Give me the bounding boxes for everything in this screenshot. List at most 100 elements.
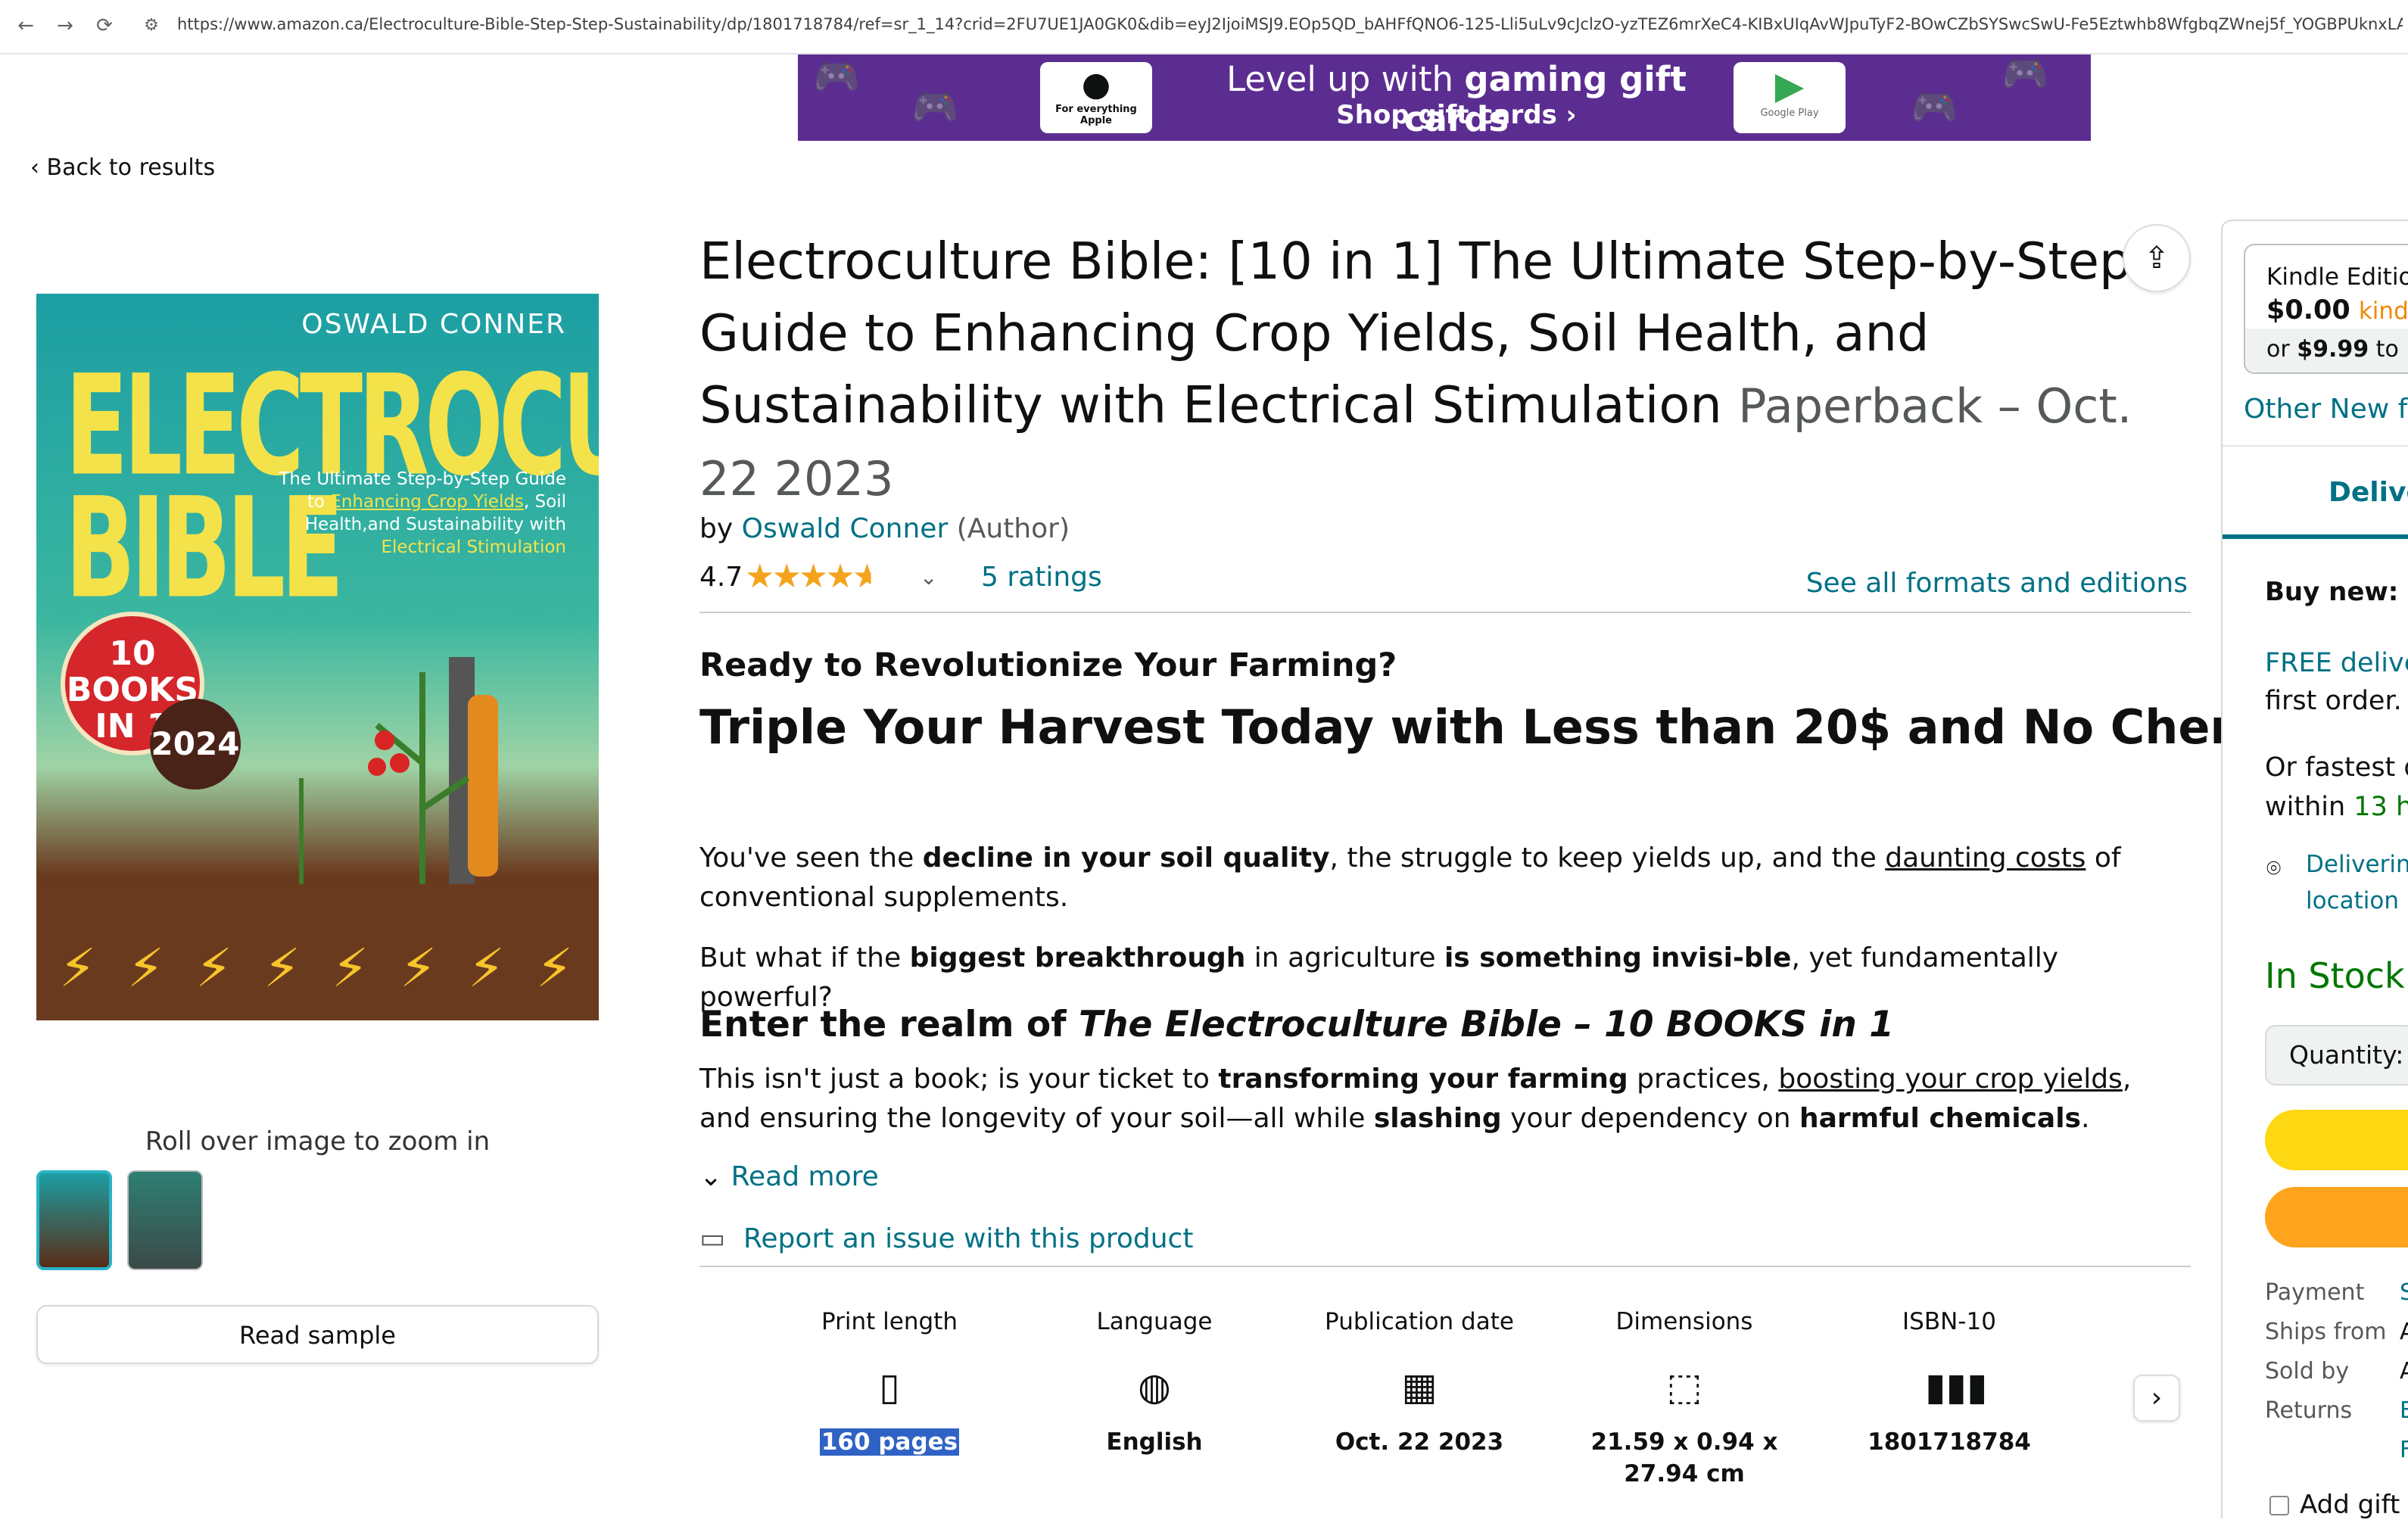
first-order-text: first order. I <box>2265 686 2408 716</box>
lightning-icon: ⚡ <box>263 937 301 999</box>
back-arrow-icon[interactable]: ← <box>11 11 41 41</box>
site-settings-icon[interactable]: ⚙ <box>136 11 167 41</box>
add-to-cart-button[interactable] <box>2265 1110 2408 1170</box>
carousel-next-button[interactable]: › <box>2133 1375 2180 1422</box>
zoom-hint: Roll over image to zoom in <box>145 1126 491 1157</box>
chevron-right-icon: › <box>2151 1382 2163 1413</box>
delivering-link[interactable]: Delivering <box>2306 851 2408 878</box>
quantity-select[interactable]: Quantity: <box>2265 1025 2408 1085</box>
rating-value: 4.7 <box>699 562 743 593</box>
attribute-print-length: Print length ▯ 160 pages <box>819 1308 960 1456</box>
kindle-alt-price: or $9.99 to b <box>2266 336 2408 363</box>
see-formats-link[interactable]: See all formats and editions <box>1794 568 2188 599</box>
book-cover-image[interactable]: OSWALD CONNER ELECTROCULTURE BIBLE The U… <box>36 294 599 1020</box>
returns-label: Returns <box>2265 1397 2353 1424</box>
attribute-value: English <box>1106 1428 1203 1456</box>
report-issue-link[interactable]: ▭ Report an issue with this product <box>699 1223 1193 1254</box>
book-page-icon: ▯ <box>879 1365 900 1409</box>
description-paragraph-3: This isn't just a book; is your ticket t… <box>699 1064 2132 1134</box>
byline: by Oswald Conner (Author) <box>699 513 1070 544</box>
add-gift-label: Add gift <box>2300 1490 2400 1520</box>
free-delivery-link[interactable]: FREE delive <box>2265 648 2408 678</box>
forward-arrow-icon[interactable]: → <box>50 11 80 41</box>
in-stock-status: In Stock <box>2265 955 2405 996</box>
ratings-count-link[interactable]: 5 ratings <box>981 562 1102 593</box>
cover-author: OSWALD CONNER <box>301 309 566 340</box>
cover-year-badge: 2024 <box>150 699 241 790</box>
location-pin-icon: ⌾ <box>2266 854 2282 883</box>
gamepad-icon: 🎮 <box>813 55 861 98</box>
lightning-icon: ⚡ <box>468 937 506 999</box>
sold-by-label: Sold by <box>2265 1358 2350 1385</box>
product-title: Electroculture Bible: [10 in 1] The Ulti… <box>699 226 2183 515</box>
back-to-results-label: Back to results <box>46 154 216 181</box>
divider <box>699 1266 2191 1267</box>
chevron-left-icon: ‹ <box>30 154 47 181</box>
payment-label: Payment <box>2265 1279 2365 1306</box>
tab-delivery[interactable]: Delive <box>2329 477 2408 508</box>
attribute-dimensions: Dimensions ⬚ 21.59 x 0.94 x 27.94 cm <box>1590 1308 1779 1490</box>
author-link[interactable]: Oswald Conner <box>742 513 949 544</box>
thumbnail-front-cover[interactable] <box>36 1170 112 1270</box>
barcode-icon: ▮▮▮ <box>1925 1365 1988 1409</box>
kindle-price-row: $0.00 kindle <box>2266 295 2408 325</box>
apple-logo-icon: ● <box>1081 65 1111 104</box>
star-rating-icon[interactable]: ★★★★★ <box>745 557 882 596</box>
gift-card-banner[interactable]: 🎮 🎮 🎮 🎮 ● For everything Apple ▶ Google … <box>798 55 2091 141</box>
calendar-icon: ▦ <box>1401 1365 1438 1409</box>
google-play-icon: ▶ <box>1774 64 1805 107</box>
fastest-delivery-text: Or fastest d <box>2265 752 2408 783</box>
banner-cta[interactable]: Shop gift cards › <box>1192 100 1721 130</box>
banner-title-prefix: Level up with <box>1226 59 1465 99</box>
gamepad-icon: 🎮 <box>2001 55 2049 95</box>
cover-soil <box>36 884 599 1020</box>
share-button[interactable]: ⇪ <box>2123 224 2191 292</box>
kindle-label: Kindle Editio <box>2266 263 2408 291</box>
location-link[interactable]: location <box>2306 887 2399 914</box>
add-gift-checkbox[interactable] <box>2269 1496 2289 1515</box>
returns-extra[interactable]: F <box>2400 1437 2408 1463</box>
description-heading-ready: Ready to Revolutionize Your Farming? <box>699 646 1397 684</box>
globe-icon: ◍ <box>1138 1365 1171 1409</box>
returns-value[interactable]: E <box>2400 1397 2408 1424</box>
lightning-icon: ⚡ <box>536 937 574 999</box>
ships-from-label: Ships from <box>2265 1319 2387 1345</box>
lightning-icon: ⚡ <box>400 937 438 999</box>
attribute-value: 21.59 x 0.94 x 27.94 cm <box>1590 1428 1778 1487</box>
chevron-down-icon: ⌄ <box>699 1161 723 1192</box>
apple-card-caption: For everything Apple <box>1055 104 1137 126</box>
attribute-value: 1801718784 <box>1868 1428 2031 1456</box>
report-icon: ▭ <box>699 1223 726 1254</box>
attribute-value: 160 pages <box>819 1428 960 1456</box>
address-bar[interactable]: https://www.amazon.ca/Electroculture-Bib… <box>177 15 2403 33</box>
tab-delivery-underline <box>2223 534 2408 539</box>
lightning-icon: ⚡ <box>59 937 97 999</box>
thumbnail-back-cover[interactable] <box>127 1170 203 1270</box>
within-text: within 13 h <box>2265 792 2408 822</box>
attribute-language: Language ◍ English <box>1060 1308 1249 1458</box>
divider <box>699 612 2191 613</box>
share-icon: ⇪ <box>2144 241 2170 276</box>
chevron-down-icon[interactable]: ⌄ <box>920 565 937 590</box>
gamepad-icon: 🎮 <box>1911 85 1958 129</box>
google-play-card: ▶ Google Play <box>1734 62 1846 133</box>
description-paragraph-1: You've seen the decline in your soil qua… <box>699 843 2121 913</box>
dimensions-icon: ⬚ <box>1666 1365 1702 1409</box>
kindle-edition-card[interactable]: Kindle Editio $0.00 kindle or $9.99 to b <box>2244 244 2408 374</box>
read-more-link[interactable]: ⌄ Read more <box>699 1161 879 1192</box>
sold-by-value: A <box>2400 1358 2408 1385</box>
author-role: (Author) <box>956 513 1070 544</box>
buy-now-button[interactable] <box>2265 1187 2408 1247</box>
payment-value[interactable]: S <box>2400 1279 2408 1306</box>
ships-from-value: A <box>2400 1319 2408 1345</box>
cover-subtitle: The Ultimate Step-by-Step Guide to Enhan… <box>279 469 566 557</box>
description-heading-triple: Triple Your Harvest Today with Less than… <box>699 699 2400 755</box>
lightning-icon: ⚡ <box>195 937 233 999</box>
browser-toolbar: ← → ⟳ ⚙ https://www.amazon.ca/Electrocul… <box>0 0 2408 55</box>
reload-icon[interactable]: ⟳ <box>89 11 120 41</box>
read-sample-button[interactable]: Read sample <box>36 1305 599 1364</box>
other-new-link[interactable]: Other New fr <box>2244 394 2408 425</box>
attribute-isbn-10: ISBN-10 ▮▮▮ 1801718784 <box>1855 1308 2044 1458</box>
cover-plants-illustration <box>286 612 574 930</box>
back-to-results-link[interactable]: ‹ Back to results <box>30 154 215 181</box>
